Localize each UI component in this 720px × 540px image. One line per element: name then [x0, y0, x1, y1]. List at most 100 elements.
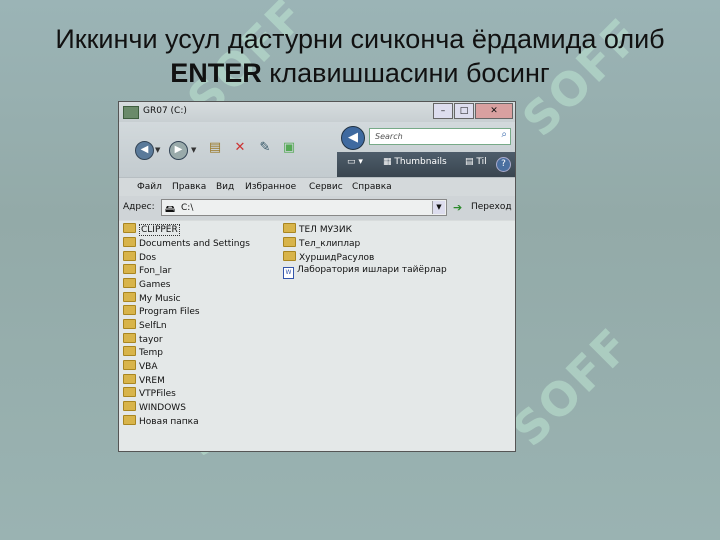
maximize-button[interactable]: □ [454, 103, 474, 119]
watermark: SOFF [501, 317, 642, 457]
title-enter-key: ENTER [170, 58, 262, 88]
toolbar: ◀ ▼ ▶ ▼ ▤ ✕ ✎ ▣ ◀ Search ⌕ ▭ ▾ ▦ Thumbna… [119, 122, 515, 177]
item-label: Documents and Settings [139, 239, 250, 249]
address-bar: Адрес: 🖴 C:\ ▼ ➔ Переход [119, 196, 515, 220]
forward-dropdown-icon[interactable]: ▼ [191, 146, 196, 154]
list-item[interactable]: Games [123, 278, 170, 291]
list-item[interactable]: Dos [123, 251, 156, 264]
search-input[interactable]: Search ⌕ [369, 128, 511, 145]
window-title: GR07 (C:) [143, 106, 187, 116]
item-label: Fon_lar [139, 266, 172, 276]
item-label: Тел_клиплар [299, 239, 361, 249]
back-dropdown-icon[interactable]: ▼ [155, 146, 160, 154]
folder-icon [123, 237, 136, 247]
view-bar: ▭ ▾ ▦ Thumbnails ▤ Til ? [337, 152, 515, 177]
list-item[interactable]: CLIPPER [123, 223, 180, 236]
item-label: My Music [139, 294, 181, 304]
address-field[interactable]: 🖴 C:\ ▼ [161, 199, 447, 216]
folder-icon [123, 333, 136, 343]
folder-icon [123, 264, 136, 274]
list-item[interactable]: VREM [123, 374, 165, 387]
go-arrow-icon[interactable]: ➔ [453, 201, 462, 214]
list-item[interactable]: Program Files [123, 305, 200, 318]
back-arrow-icon[interactable]: ◀ [341, 126, 365, 150]
item-label: Games [139, 280, 171, 290]
title-line-1: Иккинчи усул дастурни сичконча ёрдамида … [55, 24, 665, 54]
list-item[interactable]: ТЕЛ МУЗИК [283, 223, 352, 236]
forward-arrow-icon[interactable]: ▶ [169, 141, 188, 160]
help-icon[interactable]: ? [496, 157, 511, 172]
list-item[interactable]: W Лаборатория ишлари тайёрлар [283, 264, 447, 279]
drive-icon: 🖴 [165, 204, 176, 215]
item-label: ТЕЛ МУЗИК [299, 225, 352, 235]
folder-icon [123, 319, 136, 329]
document-icon: W [283, 267, 294, 279]
address-dropdown-icon[interactable]: ▼ [432, 201, 445, 214]
tiles-button[interactable]: ▤ Til [465, 157, 487, 167]
minimize-button[interactable]: – [433, 103, 453, 119]
folder-icon [123, 360, 136, 370]
menu-favorites[interactable]: Избранное [245, 182, 296, 192]
file-list: CLIPPER Documents and Settings Dos Fon_l… [119, 221, 515, 451]
drive-icon [123, 106, 139, 119]
menu-edit[interactable]: Правка [172, 182, 206, 192]
list-item[interactable]: Temp [123, 346, 163, 359]
list-item[interactable]: SelfLn [123, 319, 167, 332]
item-label: VBA [139, 362, 158, 372]
folder-icon [283, 223, 296, 233]
window-controls: – □ ✕ [432, 103, 513, 119]
list-item[interactable]: Fon_lar [123, 264, 171, 277]
item-label: VTPFiles [139, 389, 176, 399]
item-label: WINDOWS [139, 403, 186, 413]
folder-icon [123, 346, 136, 356]
address-label: Адрес: [123, 202, 155, 212]
thumbnails-button[interactable]: ▦ Thumbnails [383, 157, 447, 167]
item-label: CLIPPER [139, 224, 180, 236]
list-item[interactable]: Documents and Settings [123, 237, 250, 250]
close-window-button[interactable]: ✕ [475, 103, 513, 119]
search-icon[interactable]: ⌕ [501, 129, 507, 140]
explorer-window: GR07 (C:) – □ ✕ ◀ ▼ ▶ ▼ ▤ ✕ ✎ ▣ ◀ Search… [118, 101, 516, 452]
organize-icon[interactable]: ▭ ▾ [347, 157, 363, 167]
item-label: Dos [139, 253, 157, 263]
item-label: SelfLn [139, 321, 167, 331]
tiles-label: Til [476, 157, 487, 167]
menu-tools[interactable]: Сервис [309, 182, 343, 192]
back-arrow-icon[interactable]: ◀ [135, 141, 154, 160]
title-line-2: ENTER клавишшасини босинг [0, 56, 720, 90]
folder-icon [123, 374, 136, 384]
title-bar[interactable]: GR07 (C:) – □ ✕ [119, 102, 515, 122]
menu-help[interactable]: Справка [352, 182, 392, 192]
close-icon[interactable]: ✕ [232, 140, 248, 156]
folder-icon [283, 251, 296, 261]
list-item[interactable]: ХуршидРасулов [283, 251, 374, 264]
title-line-2-text: клавишшасини босинг [261, 58, 550, 88]
folder-icon [123, 251, 136, 261]
list-item[interactable]: VTPFiles [123, 387, 176, 400]
folder-icon [123, 292, 136, 302]
properties-icon[interactable]: ▣ [281, 140, 297, 156]
list-item[interactable]: tayor [123, 333, 163, 346]
list-item[interactable]: VBA [123, 360, 158, 373]
slide-title: Иккинчи усул дастурни сичконча ёрдамида … [0, 22, 720, 90]
tools-icon[interactable]: ✎ [257, 140, 273, 156]
thumbnails-label: Thumbnails [394, 157, 447, 167]
go-button[interactable]: Переход [471, 202, 512, 212]
list-item[interactable]: Тел_клиплар [283, 237, 360, 250]
item-label: Новая папка [139, 417, 199, 427]
folder-up-icon[interactable]: ▤ [207, 140, 223, 156]
list-item[interactable]: WINDOWS [123, 401, 186, 414]
search-placeholder: Search [375, 132, 403, 141]
menu-view[interactable]: Вид [216, 182, 234, 192]
item-label: ХуршидРасулов [299, 253, 375, 263]
menu-bar: Файл Правка Вид Избранное Сервис Справка [119, 177, 515, 197]
list-item[interactable]: Новая папка [123, 415, 199, 428]
folder-icon [123, 305, 136, 315]
address-value: C:\ [181, 203, 194, 213]
folder-icon [123, 387, 136, 397]
menu-file[interactable]: Файл [137, 182, 162, 192]
list-item[interactable]: My Music [123, 292, 181, 305]
folder-icon [123, 401, 136, 411]
folder-icon [123, 415, 136, 425]
item-label: tayor [139, 335, 163, 345]
